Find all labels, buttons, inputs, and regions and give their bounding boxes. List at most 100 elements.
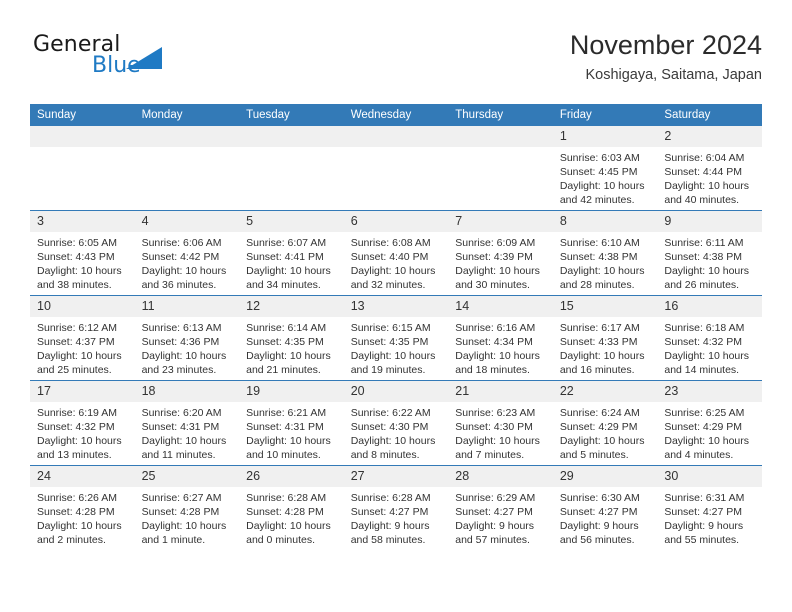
daylight-text: Daylight: 10 hours and 38 minutes. bbox=[37, 265, 122, 291]
triangle-icon bbox=[126, 47, 162, 69]
weekday-header-friday: Friday bbox=[552, 104, 658, 126]
calendar-day-cell[interactable]: 2 Sunrise: 6:04 AM Sunset: 4:44 PM Daylight… bbox=[657, 126, 762, 211]
day-number: 18 bbox=[134, 381, 240, 402]
calendar-day-cell-empty bbox=[448, 126, 553, 211]
calendar-day-cell[interactable]: 26 Sunrise: 6:28 AM Sunset: 4:28 PM Dayligh… bbox=[239, 465, 344, 550]
sunset-text: Sunset: 4:32 PM bbox=[664, 336, 743, 348]
calendar-day-cell[interactable]: 12 Sunrise: 6:14 AM Sunset: 4:35 PM Dayligh… bbox=[239, 295, 344, 381]
calendar-day-cell[interactable]: 13 Sunrise: 6:15 AM Sunset: 4:35 PM Dayligh… bbox=[343, 295, 449, 381]
calendar-day-cell[interactable]: 23 Sunrise: 6:25 AM Sunset: 4:29 PM Dayligh… bbox=[657, 380, 762, 466]
day-number bbox=[239, 126, 344, 147]
sunrise-text: Sunrise: 6:22 AM bbox=[350, 407, 431, 419]
day-details: Sunrise: 6:11 AM Sunset: 4:38 PM Daylight:… bbox=[657, 232, 762, 292]
day-number bbox=[343, 126, 449, 147]
daylight-text: Daylight: 9 hours and 58 minutes. bbox=[350, 520, 430, 546]
calendar-day-cell[interactable]: 20 Sunrise: 6:22 AM Sunset: 4:30 PM Dayligh… bbox=[343, 380, 449, 466]
calendar-day-cell[interactable]: 25 Sunrise: 6:27 AM Sunset: 4:28 PM Dayligh… bbox=[134, 465, 240, 550]
sunrise-text: Sunrise: 6:27 AM bbox=[141, 492, 222, 504]
calendar-day-cell[interactable]: 11 Sunrise: 6:13 AM Sunset: 4:36 PM Dayligh… bbox=[134, 295, 240, 381]
day-number: 8 bbox=[552, 211, 658, 232]
day-number: 27 bbox=[343, 466, 449, 487]
calendar-day-cell[interactable]: 1 Sunrise: 6:03 AM Sunset: 4:45 PM Daylight… bbox=[552, 126, 658, 211]
calendar-day-cell[interactable]: 8 Sunrise: 6:10 AM Sunset: 4:38 PM Daylight… bbox=[552, 210, 658, 296]
calendar-day-cell[interactable]: 29 Sunrise: 6:30 AM Sunset: 4:27 PM Dayligh… bbox=[552, 465, 658, 550]
day-number: 30 bbox=[657, 466, 762, 487]
daylight-text: Daylight: 10 hours and 2 minutes. bbox=[37, 520, 122, 546]
calendar-day-cell[interactable]: 21 Sunrise: 6:23 AM Sunset: 4:30 PM Dayligh… bbox=[448, 380, 553, 466]
calendar-day-cell[interactable]: 16 Sunrise: 6:18 AM Sunset: 4:32 PM Dayligh… bbox=[657, 295, 762, 381]
day-details: Sunrise: 6:30 AM Sunset: 4:27 PM Daylight:… bbox=[553, 487, 658, 547]
sunset-text: Sunset: 4:29 PM bbox=[559, 421, 638, 433]
day-number: 17 bbox=[30, 381, 135, 402]
day-details: Sunrise: 6:19 AM Sunset: 4:32 PM Daylight:… bbox=[30, 402, 135, 462]
day-number: 26 bbox=[239, 466, 344, 487]
sunrise-text: Sunrise: 6:08 AM bbox=[350, 237, 431, 249]
calendar-day-cell[interactable]: 6 Sunrise: 6:08 AM Sunset: 4:40 PM Daylight… bbox=[343, 210, 449, 296]
daylight-text: Daylight: 9 hours and 57 minutes. bbox=[455, 520, 535, 546]
calendar-grid: Sunday Monday Tuesday Wednesday Thursday… bbox=[30, 104, 762, 550]
day-details: Sunrise: 6:08 AM Sunset: 4:40 PM Daylight:… bbox=[344, 232, 449, 292]
sunset-text: Sunset: 4:27 PM bbox=[664, 506, 743, 518]
day-number: 3 bbox=[30, 211, 135, 232]
calendar-week-row: 1 Sunrise: 6:03 AM Sunset: 4:45 PM Daylight… bbox=[30, 126, 762, 211]
day-number: 2 bbox=[657, 126, 762, 147]
calendar-week-row: 10 Sunrise: 6:12 AM Sunset: 4:37 PM Dayligh… bbox=[30, 295, 762, 381]
daylight-text: Daylight: 10 hours and 36 minutes. bbox=[141, 265, 227, 291]
calendar-day-cell[interactable]: 30 Sunrise: 6:31 AM Sunset: 4:27 PM Dayligh… bbox=[657, 465, 762, 550]
daylight-text: Daylight: 10 hours and 7 minutes. bbox=[455, 435, 540, 461]
weekday-header-thursday: Thursday bbox=[448, 104, 553, 126]
day-number bbox=[30, 126, 135, 147]
calendar-day-cell[interactable]: 7 Sunrise: 6:09 AM Sunset: 4:39 PM Daylight… bbox=[448, 210, 553, 296]
sunset-text: Sunset: 4:40 PM bbox=[350, 251, 429, 263]
daylight-text: Daylight: 10 hours and 0 minutes. bbox=[246, 520, 331, 546]
daylight-text: Daylight: 10 hours and 18 minutes. bbox=[455, 350, 540, 376]
weekday-header-saturday: Saturday bbox=[657, 104, 762, 126]
day-number: 7 bbox=[448, 211, 553, 232]
daylight-text: Daylight: 10 hours and 25 minutes. bbox=[37, 350, 122, 376]
sunset-text: Sunset: 4:29 PM bbox=[664, 421, 743, 433]
calendar-day-cell[interactable]: 22 Sunrise: 6:24 AM Sunset: 4:29 PM Dayligh… bbox=[552, 380, 658, 466]
calendar-day-cell[interactable]: 15 Sunrise: 6:17 AM Sunset: 4:33 PM Dayligh… bbox=[552, 295, 658, 381]
calendar-day-cell[interactable]: 4 Sunrise: 6:06 AM Sunset: 4:42 PM Daylight… bbox=[134, 210, 240, 296]
sunrise-text: Sunrise: 6:20 AM bbox=[141, 407, 222, 419]
calendar-header-row: Sunday Monday Tuesday Wednesday Thursday… bbox=[30, 104, 762, 126]
day-details: Sunrise: 6:23 AM Sunset: 4:30 PM Daylight:… bbox=[448, 402, 553, 462]
day-details: Sunrise: 6:04 AM Sunset: 4:44 PM Daylight:… bbox=[657, 147, 762, 207]
sunset-text: Sunset: 4:27 PM bbox=[455, 506, 533, 518]
sunrise-text: Sunrise: 6:29 AM bbox=[455, 492, 536, 504]
daylight-text: Daylight: 10 hours and 11 minutes. bbox=[141, 435, 227, 461]
day-number: 19 bbox=[239, 381, 344, 402]
calendar-day-cell[interactable]: 18 Sunrise: 6:20 AM Sunset: 4:31 PM Dayligh… bbox=[134, 380, 240, 466]
calendar-week-row: 17 Sunrise: 6:19 AM Sunset: 4:32 PM Dayligh… bbox=[30, 380, 762, 466]
day-details: Sunrise: 6:22 AM Sunset: 4:30 PM Daylight:… bbox=[344, 402, 449, 462]
calendar-day-cell[interactable]: 27 Sunrise: 6:28 AM Sunset: 4:27 PM Dayligh… bbox=[343, 465, 449, 550]
weekday-header-monday: Monday bbox=[134, 104, 240, 126]
day-number: 5 bbox=[239, 211, 344, 232]
calendar-day-cell[interactable]: 5 Sunrise: 6:07 AM Sunset: 4:41 PM Daylight… bbox=[239, 210, 344, 296]
calendar-day-cell[interactable]: 19 Sunrise: 6:21 AM Sunset: 4:31 PM Dayligh… bbox=[239, 380, 344, 466]
calendar-day-cell[interactable]: 10 Sunrise: 6:12 AM Sunset: 4:37 PM Dayligh… bbox=[30, 295, 135, 381]
daylight-text: Daylight: 10 hours and 28 minutes. bbox=[559, 265, 645, 291]
sunset-text: Sunset: 4:44 PM bbox=[664, 166, 743, 178]
sunrise-text: Sunrise: 6:28 AM bbox=[350, 492, 431, 504]
day-details: Sunrise: 6:24 AM Sunset: 4:29 PM Daylight:… bbox=[553, 402, 658, 462]
calendar-day-cell[interactable]: 14 Sunrise: 6:16 AM Sunset: 4:34 PM Dayligh… bbox=[448, 295, 553, 381]
calendar-day-cell[interactable]: 9 Sunrise: 6:11 AM Sunset: 4:38 PM Daylight… bbox=[657, 210, 762, 296]
brand-logo[interactable]: General Blue bbox=[30, 32, 250, 88]
sunrise-text: Sunrise: 6:19 AM bbox=[37, 407, 117, 419]
day-details: Sunrise: 6:27 AM Sunset: 4:28 PM Daylight:… bbox=[135, 487, 240, 547]
sunrise-text: Sunrise: 6:26 AM bbox=[37, 492, 117, 504]
calendar-day-cell[interactable]: 17 Sunrise: 6:19 AM Sunset: 4:32 PM Dayligh… bbox=[30, 380, 135, 466]
calendar-day-cell[interactable]: 24 Sunrise: 6:26 AM Sunset: 4:28 PM Dayligh… bbox=[30, 465, 135, 550]
day-details: Sunrise: 6:05 AM Sunset: 4:43 PM Daylight:… bbox=[30, 232, 135, 292]
sunset-text: Sunset: 4:30 PM bbox=[350, 421, 429, 433]
day-number: 24 bbox=[30, 466, 135, 487]
calendar-day-cell[interactable]: 28 Sunrise: 6:29 AM Sunset: 4:27 PM Dayligh… bbox=[448, 465, 553, 550]
sunset-text: Sunset: 4:45 PM bbox=[559, 166, 638, 178]
calendar-week-row: 3 Sunrise: 6:05 AM Sunset: 4:43 PM Daylight… bbox=[30, 210, 762, 296]
sunrise-text: Sunrise: 6:03 AM bbox=[559, 152, 640, 164]
daylight-text: Daylight: 10 hours and 19 minutes. bbox=[350, 350, 436, 376]
calendar-day-cell[interactable]: 3 Sunrise: 6:05 AM Sunset: 4:43 PM Daylight… bbox=[30, 210, 135, 296]
daylight-text: Daylight: 10 hours and 16 minutes. bbox=[559, 350, 645, 376]
day-number: 25 bbox=[134, 466, 240, 487]
